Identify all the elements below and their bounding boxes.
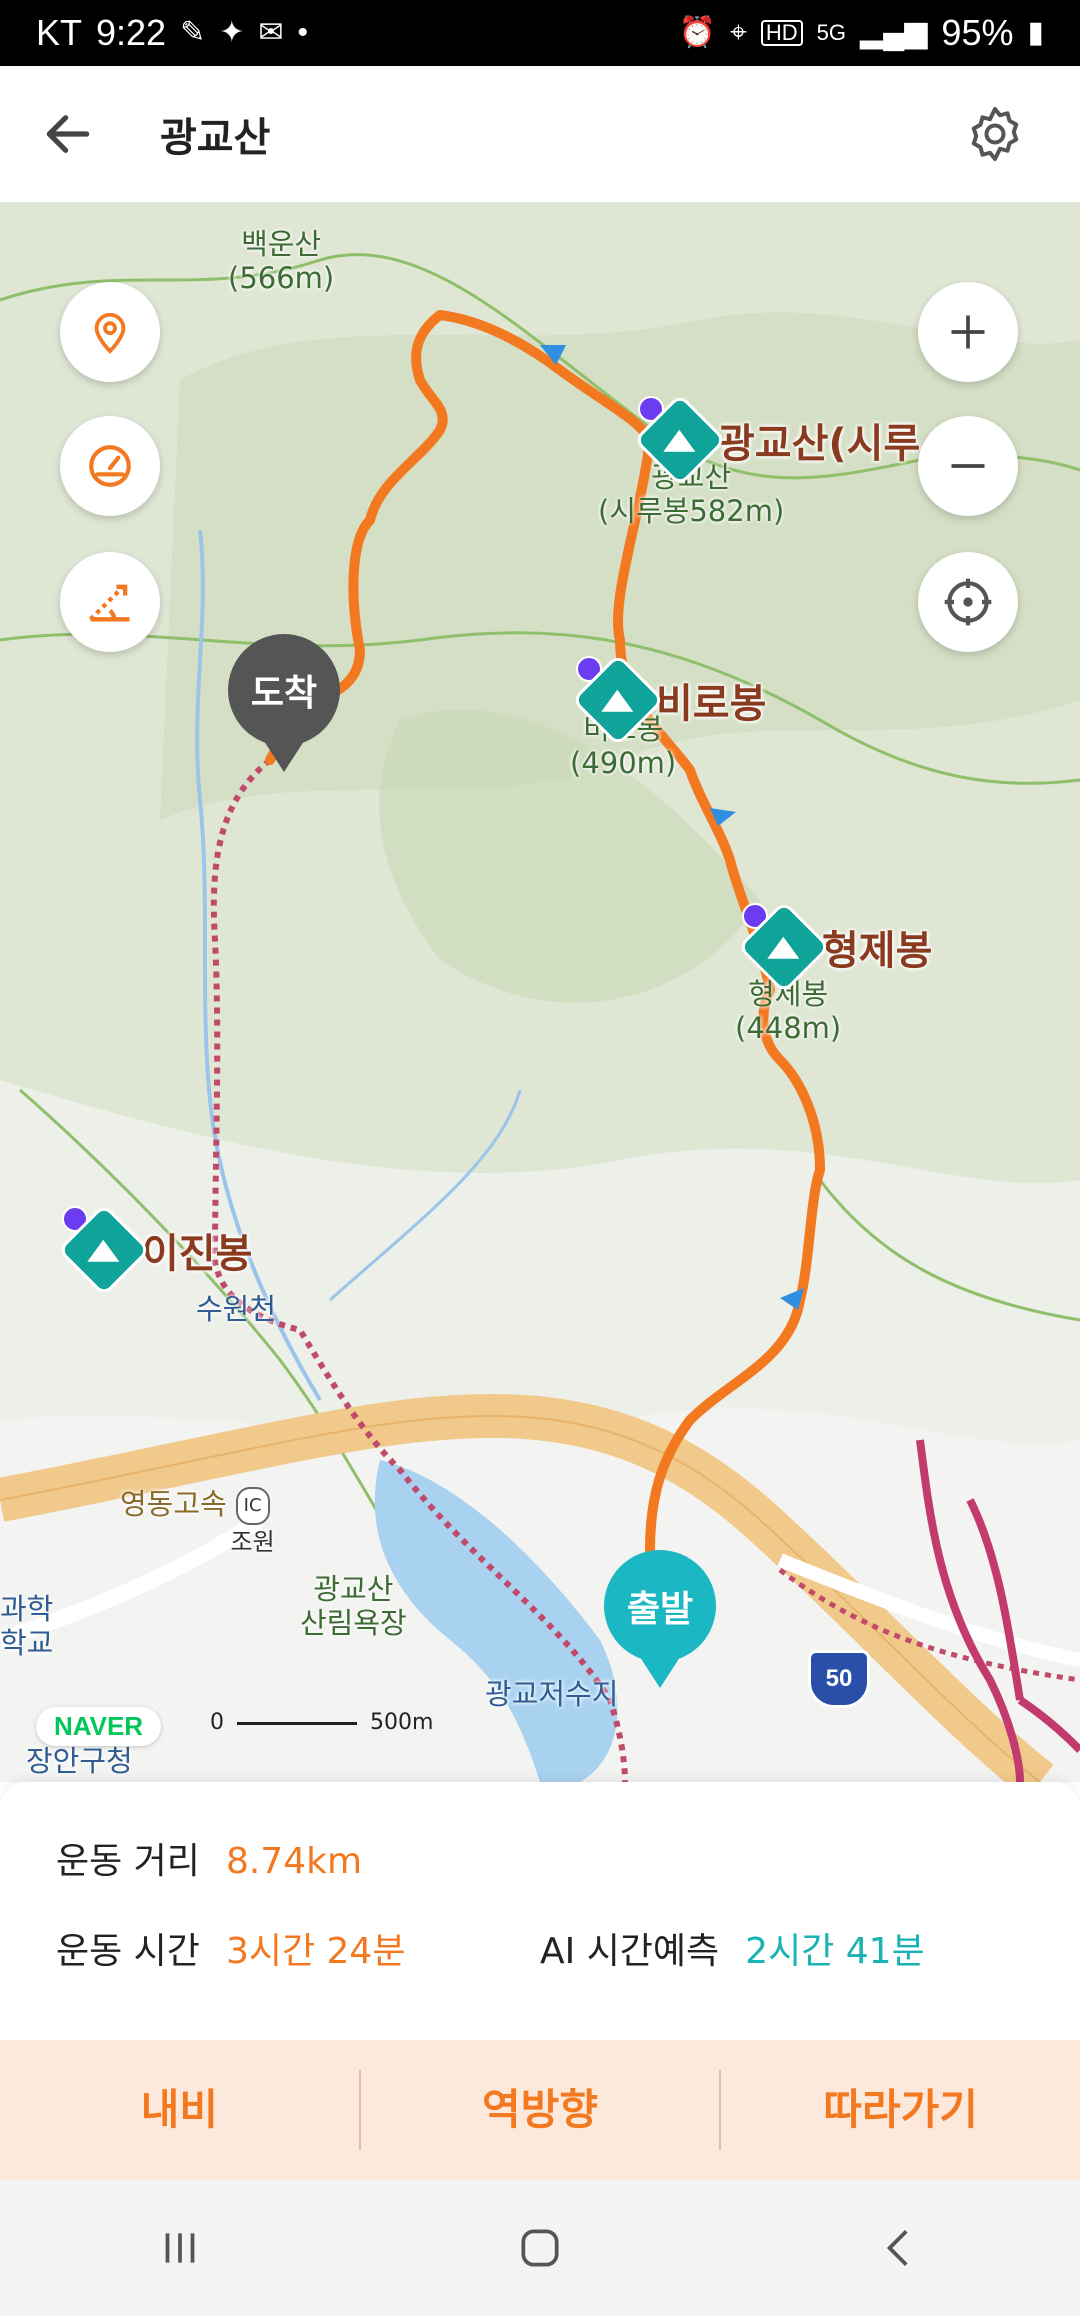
ai-prediction-stat: AI 시간예측 2시간 41분 (540, 1922, 925, 1974)
start-pin-tail (638, 1654, 682, 1688)
peak-name: 비로봉 (656, 681, 767, 727)
peak-name: 광교산(시루 (718, 421, 921, 467)
peak-marker[interactable]: 비로봉 (575, 656, 767, 743)
distance-label: 운동 거리 (56, 1841, 200, 1882)
signal-icon: ▂▄▆ (860, 16, 928, 49)
recent-apps-button[interactable] (100, 2198, 260, 2298)
battery-icon: ▮ (1027, 16, 1044, 49)
action-bar: 내비 역방향 따라가기 (0, 2040, 1080, 2180)
elevation-button[interactable] (60, 552, 160, 652)
dot-icon: • (297, 16, 309, 49)
map-label: 광교산 산림욕장 (300, 1572, 407, 1640)
ai-label: AI 시간예측 (540, 1931, 720, 1972)
start-pin[interactable]: 출발 (604, 1550, 716, 1688)
status-bar: KT 9:22 ✎ ✦ ✉ • ⏰ ⌖ HD 5G ▂▄▆ 95% ▮ (0, 0, 1080, 66)
peak-marker[interactable]: 이진봉 (61, 1206, 253, 1293)
battery-percent: 95% (941, 12, 1014, 53)
naver-logo: NAVER (36, 1707, 162, 1746)
carrier-label: KT (36, 12, 83, 53)
notification-icon: ✦ (219, 16, 245, 49)
map-label: 형제봉 (448m) (735, 977, 842, 1045)
map-label: 수원천 (196, 1292, 277, 1326)
end-pin[interactable]: 도착 (228, 634, 340, 772)
system-back-button[interactable] (820, 2198, 980, 2298)
location-pin-icon (94, 312, 126, 354)
time-stat: 운동 시간 3시간 24분 (56, 1922, 405, 1974)
notification-icon: ✎ (180, 16, 206, 49)
time-value: 3시간 24분 (225, 1931, 406, 1972)
home-icon (521, 2229, 559, 2267)
ai-value: 2시간 41분 (745, 1931, 925, 1972)
recents-icon (165, 2233, 195, 2263)
time-label: 운동 시간 (56, 1931, 200, 1972)
chevron-left-icon (886, 2230, 908, 2266)
start-pin-bubble: 출발 (604, 1550, 716, 1662)
map-label: 백운산 (566m) (228, 227, 335, 295)
end-pin-bubble: 도착 (228, 634, 340, 746)
highway-shield: 50 (808, 1650, 870, 1708)
map-label: 과학 학교 (0, 1592, 54, 1660)
alarm-icon: ⏰ (678, 16, 716, 49)
scale-start: 0 (210, 1710, 224, 1735)
arrow-left-icon (46, 115, 90, 153)
peak-marker[interactable]: 광교산(시루 (637, 396, 921, 483)
5g-icon: 5G (816, 20, 847, 45)
back-button[interactable] (40, 79, 150, 189)
settings-button[interactable] (950, 89, 1040, 179)
scale-bar (237, 1721, 357, 1725)
location-button[interactable] (60, 282, 160, 382)
end-pin-tail (262, 738, 306, 772)
route-number: 50 (825, 1665, 853, 1692)
hd-icon: HD (760, 20, 803, 46)
home-button[interactable] (460, 2198, 620, 2298)
app-bar: 광교산 (0, 66, 1080, 202)
clock: 9:22 (96, 12, 167, 53)
zoom-in-button[interactable] (918, 282, 1018, 382)
peak-name: 형제봉 (822, 928, 933, 974)
ic-badge: IC (235, 1487, 270, 1525)
map-view[interactable]: 백운산 (566m) 광교산 (시루봉582m) 비로봉 (490m) 형제봉 … (0, 202, 1080, 1782)
ic-label: IC 조원 (200, 1452, 275, 1593)
zoom-out-button[interactable] (918, 416, 1018, 516)
reverse-button[interactable]: 역방향 (361, 2070, 720, 2150)
navigate-button[interactable]: 내비 (0, 2070, 359, 2150)
ic-name: 조원 (230, 1528, 275, 1556)
map-label: 광교저수지 (485, 1677, 619, 1711)
scale-end: 500m (370, 1710, 434, 1735)
page-title: 광교산 (160, 115, 271, 161)
minus-icon (951, 464, 985, 468)
peak-marker[interactable]: 형제봉 (741, 903, 933, 990)
distance-stat: 운동 거리 8.74km (56, 1832, 362, 1884)
elevation-icon (88, 584, 130, 622)
speed-button[interactable] (60, 416, 160, 516)
my-location-button[interactable] (918, 552, 1018, 652)
follow-button[interactable]: 따라가기 (721, 2070, 1080, 2150)
distance-value: 8.74km (225, 1841, 363, 1882)
gear-icon (971, 107, 1019, 161)
map-label: 장안구청 (26, 1744, 133, 1778)
speedometer-icon (89, 445, 131, 487)
plus-icon (951, 315, 985, 349)
map-scale: 0 500m (210, 1710, 433, 1735)
crosshair-icon (944, 578, 992, 626)
location-icon: ⌖ (729, 16, 747, 49)
notification-icon: ✉ (258, 16, 284, 49)
system-nav-bar (0, 2180, 1080, 2316)
stats-panel: 운동 거리 8.74km 운동 시간 3시간 24분 AI 시간예측 2시간 41분 (0, 1782, 1080, 2040)
peak-name: 이진봉 (142, 1231, 253, 1277)
